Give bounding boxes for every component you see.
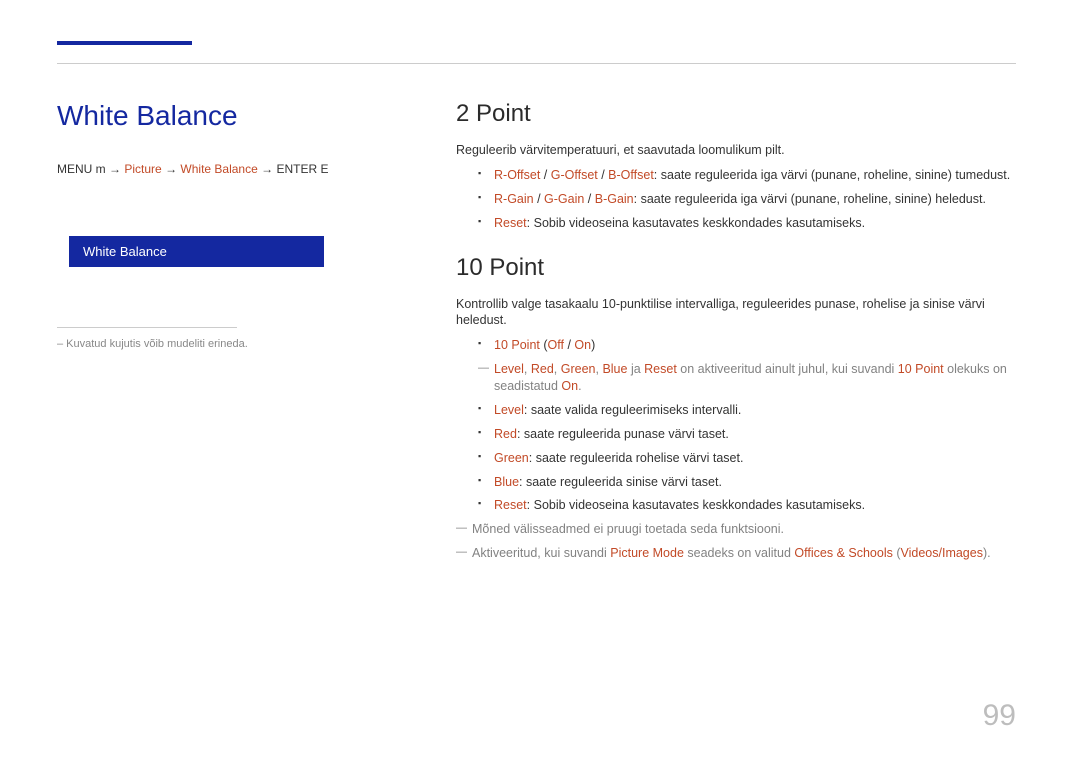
breadcrumb-arrow: → — [261, 162, 273, 176]
w-green: Green — [561, 362, 596, 376]
breadcrumb-menu: MENU m — [57, 162, 106, 176]
heading-2-point: 2 Point — [456, 100, 1016, 128]
text: : saate reguleerida rohelise värvi taset… — [529, 451, 744, 465]
section-2-point: 2 Point Reguleerib värvitemperatuuri, et… — [456, 100, 1016, 232]
t: . — [578, 379, 581, 393]
t: ( — [893, 546, 901, 560]
text: : saate reguleerida punase värvi taset. — [517, 427, 729, 441]
w-reset: Reset — [644, 362, 677, 376]
label-reset: Reset — [494, 216, 527, 230]
top-rule — [57, 63, 1016, 64]
breadcrumb-picture: Picture — [124, 162, 161, 176]
list-10-point: 10 Point (Off / On) — [478, 337, 1016, 354]
label-b-gain: B-Gain — [595, 192, 634, 206]
divider — [57, 327, 237, 328]
breadcrumb-white-balance: White Balance — [180, 162, 257, 176]
list-item: R-Offset / G-Offset / B-Offset: saate re… — [478, 167, 1016, 184]
left-column: White Balance MENU m → Picture → White B… — [57, 100, 387, 350]
list-2-point: R-Offset / G-Offset / B-Offset: saate re… — [478, 167, 1016, 232]
label-10-point: 10 Point — [494, 338, 540, 352]
list-item: R-Gain / G-Gain / B-Gain: saate reguleer… — [478, 191, 1016, 208]
t: Aktiveeritud, kui suvandi — [472, 546, 610, 560]
sep: / — [564, 338, 574, 352]
label-level: Level — [494, 403, 524, 417]
label-r-offset: R-Offset — [494, 168, 540, 182]
note-picture-mode: Aktiveeritud, kui suvandi Picture Mode s… — [456, 545, 1016, 562]
image-disclaimer: – Kuvatud kujutis võib mudeliti erineda. — [57, 338, 387, 350]
right-column: 2 Point Reguleerib värvitemperatuuri, et… — [456, 100, 1016, 584]
menu-item-white-balance[interactable]: White Balance — [69, 236, 324, 267]
breadcrumb-arrow: → — [165, 162, 177, 176]
w-on: On — [561, 379, 578, 393]
note-activation: Level, Red, Green, Blue ja Reset on akti… — [478, 361, 1016, 395]
w-red: Red — [531, 362, 554, 376]
list-item: 10 Point (Off / On) — [478, 337, 1016, 354]
w-level: Level — [494, 362, 524, 376]
w-blue: Blue — [602, 362, 627, 376]
page-title: White Balance — [57, 100, 387, 132]
text: : saate reguleerida iga värvi (punane, r… — [654, 168, 1010, 182]
w-offices-schools: Offices & Schools — [794, 546, 892, 560]
t: on aktiveeritud ainult juhul, kui suvand… — [677, 362, 898, 376]
w-videos-images: Videos/Images — [901, 546, 983, 560]
intro-10-point: Kontrollib valge tasakaalu 10-punktilise… — [456, 296, 1016, 330]
t: ja — [627, 362, 644, 376]
opt-on: On — [574, 338, 591, 352]
list-item: Red: saate reguleerida punase värvi tase… — [478, 426, 1016, 443]
label-g-offset: G-Offset — [551, 168, 598, 182]
intro-2-point: Reguleerib värvitemperatuuri, et saavuta… — [456, 142, 1016, 159]
t: , — [554, 362, 561, 376]
text: : Sobib videoseina kasutavates keskkonda… — [527, 498, 865, 512]
page-number: 99 — [983, 699, 1016, 733]
label-r-gain: R-Gain — [494, 192, 534, 206]
breadcrumb: MENU m → Picture → White Balance → ENTER… — [57, 162, 387, 176]
heading-10-point: 10 Point — [456, 254, 1016, 282]
label-green: Green — [494, 451, 529, 465]
label-b-offset: B-Offset — [608, 168, 654, 182]
text: : saate valida reguleerimiseks intervall… — [524, 403, 741, 417]
note-compat: Mõned välisseadmed ei pruugi toetada sed… — [456, 521, 1016, 538]
breadcrumb-enter: ENTER E — [276, 162, 328, 176]
w-10point: 10 Point — [898, 362, 944, 376]
t: ). — [983, 546, 991, 560]
breadcrumb-arrow: → — [109, 162, 121, 176]
label-red: Red — [494, 427, 517, 441]
w-picture-mode: Picture Mode — [610, 546, 684, 560]
list-10-point-sub: Level: saate valida reguleerimiseks inte… — [478, 402, 1016, 514]
text: : Sobib videoseina kasutavates keskkonda… — [527, 216, 865, 230]
list-item: Reset: Sobib videoseina kasutavates kesk… — [478, 215, 1016, 232]
section-10-point: 10 Point Kontrollib valge tasakaalu 10-p… — [456, 254, 1016, 563]
list-item: Green: saate reguleerida rohelise värvi … — [478, 450, 1016, 467]
accent-bar — [57, 41, 192, 45]
label-blue: Blue — [494, 475, 519, 489]
list-item: Reset: Sobib videoseina kasutavates kesk… — [478, 497, 1016, 514]
list-item: Level: saate valida reguleerimiseks inte… — [478, 402, 1016, 419]
t: seadeks on valitud — [684, 546, 795, 560]
t: , — [524, 362, 531, 376]
list-item: Blue: saate reguleerida sinise värvi tas… — [478, 474, 1016, 491]
label-g-gain: G-Gain — [544, 192, 584, 206]
text: : saate reguleerida iga värvi (punane, r… — [634, 192, 986, 206]
paren: ) — [591, 338, 595, 352]
text: : saate reguleerida sinise värvi taset. — [519, 475, 722, 489]
label-reset-10: Reset — [494, 498, 527, 512]
opt-off: Off — [548, 338, 564, 352]
